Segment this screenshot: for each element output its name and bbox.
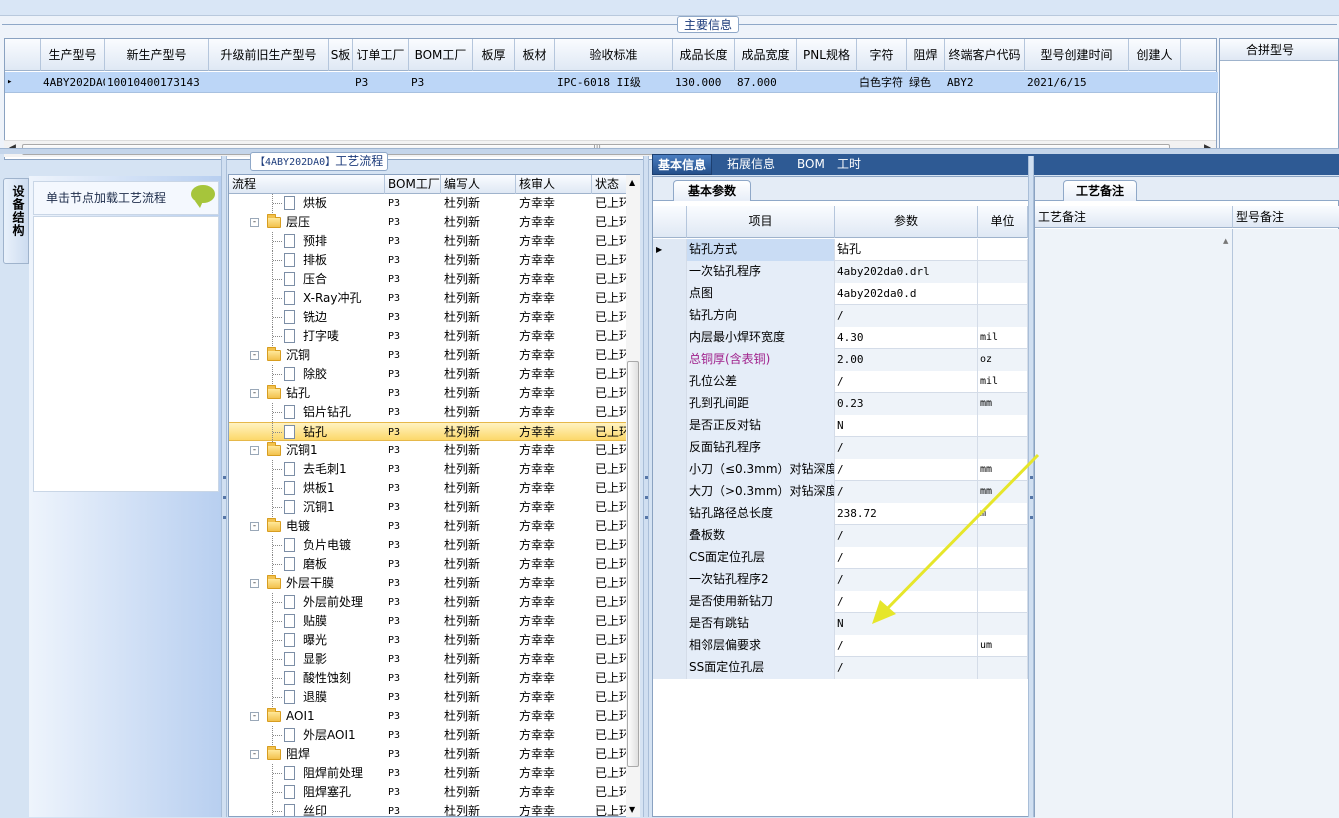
annotation-arrow bbox=[872, 453, 1040, 624]
